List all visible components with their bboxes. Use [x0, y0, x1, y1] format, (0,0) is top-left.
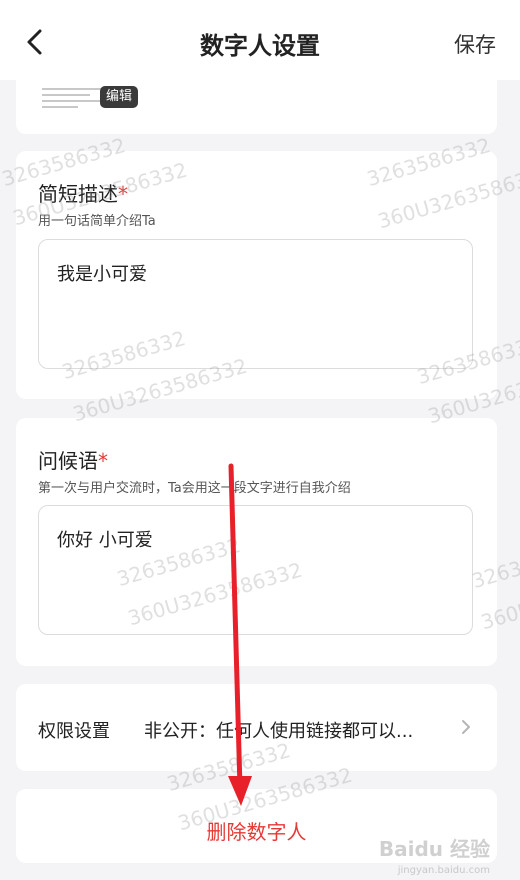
- chevron-right-icon: [462, 720, 470, 734]
- description-hint: 用一句话简单介绍Ta: [38, 214, 156, 229]
- required-mark: *: [118, 182, 128, 206]
- permission-value: 非公开：任何人使用链接都可以...: [144, 721, 414, 742]
- greeting-input[interactable]: 你好 小可爱: [38, 505, 473, 635]
- description-label-text: 简短描述: [38, 182, 118, 206]
- edit-avatar-button[interactable]: 编辑: [100, 86, 139, 108]
- permission-row[interactable]: 权限设置 非公开：任何人使用链接都可以...: [16, 684, 497, 771]
- avatar-thumbnail[interactable]: [42, 84, 102, 110]
- save-button[interactable]: 保存: [454, 29, 496, 59]
- description-card: 简短描述* 用一句话简单介绍Ta 我是小可爱: [16, 151, 497, 399]
- required-mark: *: [98, 449, 108, 473]
- description-label: 简短描述*: [38, 178, 128, 207]
- permission-label: 权限设置: [38, 721, 110, 742]
- description-value: 我是小可爱: [57, 264, 147, 285]
- nav-bar: 数字人设置 保存: [0, 0, 520, 80]
- baidu-logo: Baidu 经验: [378, 837, 490, 861]
- greeting-label-text: 问候语: [38, 449, 98, 473]
- greeting-hint: 第一次与用户交流时，Ta会用这一段文字进行自我介绍: [38, 481, 351, 496]
- greeting-card: 问候语* 第一次与用户交流时，Ta会用这一段文字进行自我介绍 你好 小可爱: [16, 418, 497, 666]
- description-input[interactable]: 我是小可爱: [38, 239, 473, 369]
- greeting-value: 你好 小可爱: [57, 530, 153, 551]
- page-title: 数字人设置: [200, 32, 320, 60]
- greeting-label: 问候语*: [38, 445, 108, 474]
- baidu-url: jingyan.baidu.com: [397, 865, 490, 876]
